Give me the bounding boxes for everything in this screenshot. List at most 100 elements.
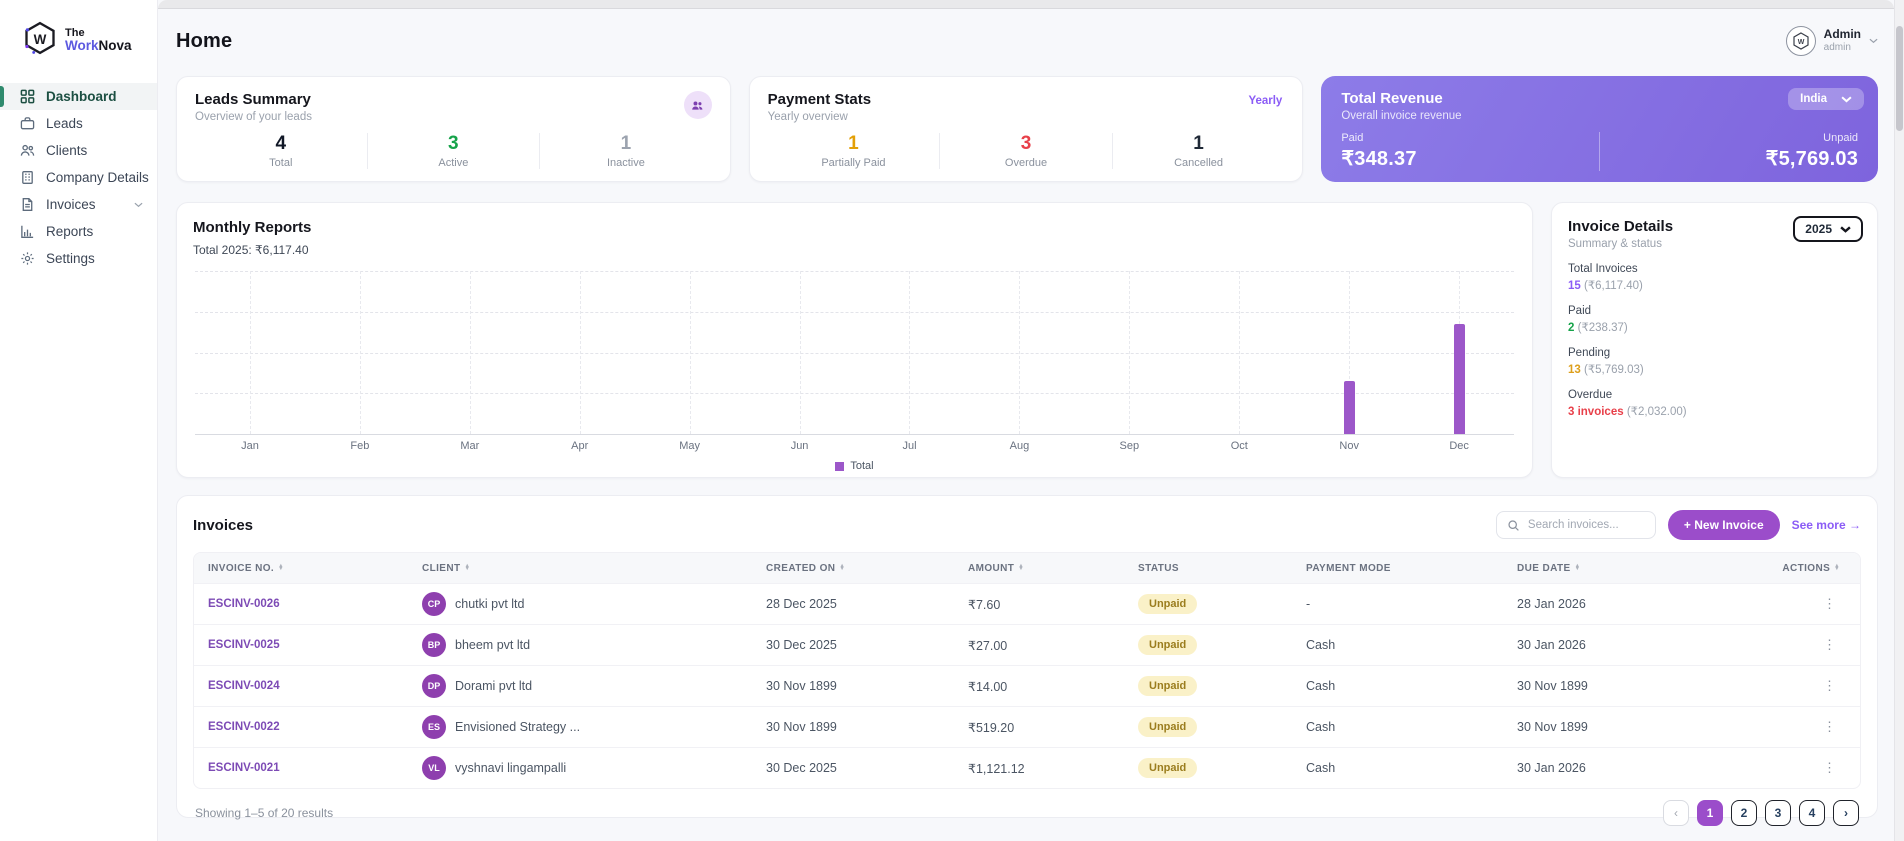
row-actions-menu-icon[interactable]: ⋮: [1728, 678, 1846, 694]
payment-stats-card: Payment Stats Yearly overview Yearly 1 P…: [749, 76, 1304, 182]
client-name: bheem pvt ltd: [455, 638, 530, 652]
sidebar-item-reports[interactable]: Reports: [0, 218, 157, 245]
table-header-row: INVOICE NO.▲▼ CLIENT▲▼ CREATED ON▲▼ AMOU…: [194, 553, 1860, 583]
scrollbar-thumb[interactable]: [1896, 26, 1903, 131]
pagination-prev-button[interactable]: ‹: [1663, 800, 1689, 826]
pagination-page-3[interactable]: 3: [1765, 800, 1791, 826]
sidebar-item-clients[interactable]: Clients: [0, 137, 157, 164]
gridline: [360, 271, 361, 434]
new-invoice-button[interactable]: + New Invoice: [1668, 510, 1780, 540]
stat-overdue: 3 Overdue: [939, 133, 1112, 169]
row-actions-menu-icon[interactable]: ⋮: [1728, 596, 1846, 612]
invoice-number-link[interactable]: ESCINV-0022: [208, 721, 422, 733]
row-actions-menu-icon[interactable]: ⋮: [1728, 760, 1846, 776]
sort-icon[interactable]: ▲▼: [465, 565, 471, 572]
payment-mode: Cash: [1306, 679, 1517, 693]
row-actions-menu-icon[interactable]: ⋮: [1728, 637, 1846, 653]
sidebar-item-label: Leads: [46, 116, 83, 131]
chevron-down-icon[interactable]: [134, 202, 143, 208]
column-header-payment-mode: PAYMENT MODE: [1306, 563, 1391, 574]
amount: ₹14.00: [968, 679, 1138, 694]
column-header-actions: ACTIONS: [1782, 563, 1830, 574]
year-select[interactable]: 2025: [1793, 216, 1863, 242]
invoice-number-link[interactable]: ESCINV-0025: [208, 639, 422, 651]
card-title: Leads Summary: [195, 91, 712, 108]
gridline: [1129, 271, 1130, 434]
due-date: 30 Jan 2026: [1517, 638, 1728, 652]
table-row[interactable]: ESCINV-0021 VLvyshnavi lingampalli 30 De…: [194, 747, 1860, 788]
sort-icon[interactable]: ▲▼: [1834, 565, 1840, 572]
row-actions-menu-icon[interactable]: ⋮: [1728, 719, 1846, 735]
card-subtitle: Overview of your leads: [195, 111, 712, 123]
sidebar-item-label: Settings: [46, 251, 95, 266]
see-more-link[interactable]: See more →: [1792, 518, 1861, 532]
country-select[interactable]: India: [1788, 88, 1864, 110]
detail-pending: Pending 13 (₹5,769.03): [1568, 347, 1861, 376]
search-input[interactable]: [1528, 519, 1638, 531]
payment-mode: Cash: [1306, 761, 1517, 775]
gridline: [800, 271, 801, 434]
sort-icon[interactable]: ▲▼: [839, 565, 845, 572]
status-badge: Unpaid: [1138, 676, 1197, 696]
building-icon: [19, 169, 36, 186]
invoice-search[interactable]: [1496, 511, 1656, 539]
invoice-details-card: Invoice Details Summary & status 2025 To…: [1551, 202, 1878, 478]
table-row[interactable]: ESCINV-0024 DPDorami pvt ltd 30 Nov 1899…: [194, 665, 1860, 706]
reports-row: Monthly Reports Total 2025: ₹6,117.40 Ja…: [176, 202, 1878, 478]
gridline: [195, 312, 1514, 313]
svg-text:W: W: [34, 32, 47, 47]
client-avatar: DP: [422, 674, 446, 698]
dashboard-grid-icon: [19, 88, 36, 105]
created-on: 30 Dec 2025: [766, 761, 968, 775]
page-scrollbar[interactable]: [1894, 0, 1904, 841]
invoice-number-link[interactable]: ESCINV-0026: [208, 598, 422, 610]
gridline: [1019, 271, 1020, 434]
due-date: 30 Jan 2026: [1517, 761, 1728, 775]
client-avatar: ES: [422, 715, 446, 739]
sidebar-item-invoices[interactable]: Invoices: [0, 191, 157, 218]
summary-cards-row: Leads Summary Overview of your leads 4 T…: [176, 76, 1878, 182]
hexagon-logo-icon: W: [22, 20, 58, 61]
sidebar-item-label: Invoices: [46, 197, 96, 212]
pagination-next-button[interactable]: ›: [1833, 800, 1859, 826]
pagination-page-4[interactable]: 4: [1799, 800, 1825, 826]
legend-swatch: [835, 462, 844, 471]
x-axis-label: Dec: [1404, 440, 1514, 452]
amount: ₹1,121.12: [968, 761, 1138, 776]
sort-icon[interactable]: ▲▼: [1575, 565, 1581, 572]
sidebar-item-dashboard[interactable]: Dashboard: [0, 83, 157, 110]
sidebar-item-label: Clients: [46, 143, 87, 158]
x-axis-label: Oct: [1184, 440, 1294, 452]
gridline: [909, 271, 910, 434]
card-subtitle: Yearly overview: [768, 111, 1285, 123]
page-title: Home: [176, 30, 232, 53]
gridline: [690, 271, 691, 434]
client-avatar: VL: [422, 756, 446, 780]
user-menu[interactable]: W Admin admin: [1786, 26, 1878, 56]
invoice-number-link[interactable]: ESCINV-0021: [208, 762, 422, 774]
sidebar-item-label: Reports: [46, 224, 93, 239]
column-header-created-on: CREATED ON: [766, 563, 835, 574]
table-row[interactable]: ESCINV-0025 BPbheem pvt ltd 30 Dec 2025 …: [194, 624, 1860, 665]
invoices-section: Invoices + New Invoice See more → INVOIC…: [176, 495, 1878, 818]
bar-chart-plot: [195, 271, 1514, 435]
amount: ₹27.00: [968, 638, 1138, 653]
stat-partially-paid: 1 Partially Paid: [768, 133, 940, 169]
sidebar-item-company-details[interactable]: Company Details: [0, 164, 157, 191]
sidebar-item-settings[interactable]: Settings: [0, 245, 157, 272]
table-row[interactable]: ESCINV-0026 CPchutki pvt ltd 28 Dec 2025…: [194, 583, 1860, 624]
status-badge: Unpaid: [1138, 594, 1197, 614]
sort-icon[interactable]: ▲▼: [278, 565, 284, 572]
gridline: [195, 393, 1514, 394]
sidebar-item-leads[interactable]: Leads: [0, 110, 157, 137]
table-row[interactable]: ESCINV-0022 ESEnvisioned Strategy ... 30…: [194, 706, 1860, 747]
pagination-page-1[interactable]: 1: [1697, 800, 1723, 826]
status-badge: Unpaid: [1138, 758, 1197, 778]
sort-icon[interactable]: ▲▼: [1018, 565, 1024, 572]
payment-mode: -: [1306, 597, 1517, 611]
pagination-page-2[interactable]: 2: [1731, 800, 1757, 826]
invoice-number-link[interactable]: ESCINV-0024: [208, 680, 422, 692]
yearly-filter-link[interactable]: Yearly: [1248, 95, 1282, 107]
stat-inactive-leads: 1 Inactive: [539, 133, 712, 169]
gear-icon: [19, 250, 36, 267]
